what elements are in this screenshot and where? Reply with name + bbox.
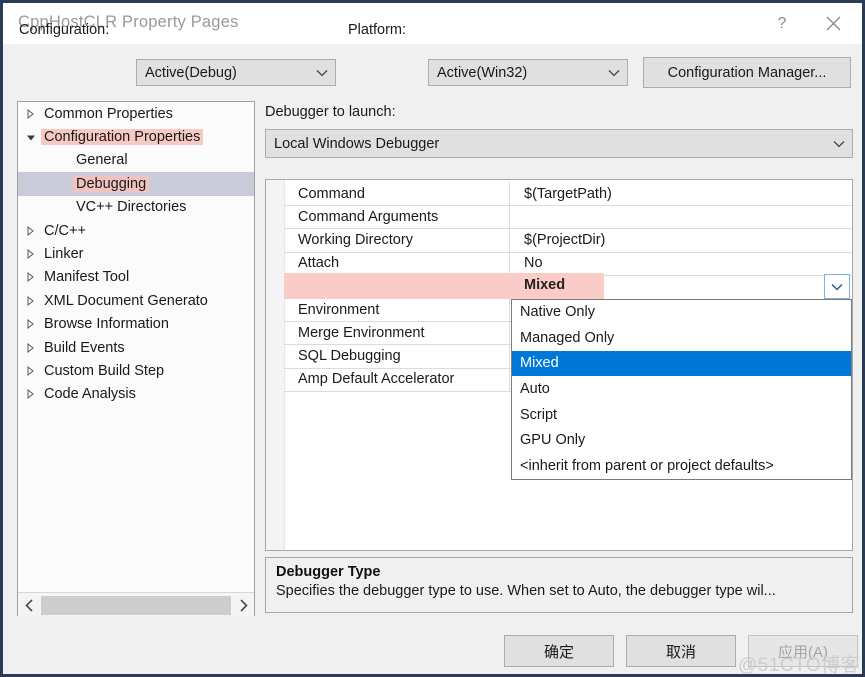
tree-item-c-c[interactable]: C/C++ <box>18 219 254 242</box>
tree-item-label: General <box>73 152 131 168</box>
property-value[interactable]: $(TargetPath) <box>511 182 852 205</box>
property-name: Attach <box>284 252 510 275</box>
debugger-type-value: Mixed <box>524 277 565 293</box>
property-value[interactable]: No <box>511 252 852 275</box>
dropdown-option[interactable]: Script <box>512 402 851 428</box>
property-name: Amp Default Accelerator <box>284 368 510 391</box>
help-icon[interactable]: ? <box>759 3 805 44</box>
chevron-right-icon[interactable] <box>24 366 37 376</box>
help-glyph: ? <box>778 15 787 33</box>
description-pane: Debugger Type Specifies the debugger typ… <box>265 557 853 613</box>
description-text: Specifies the debugger type to use. When… <box>276 583 842 599</box>
tree-item-configuration-properties[interactable]: Configuration Properties <box>18 125 254 148</box>
tree-item-label: XML Document Generato <box>41 293 211 309</box>
property-value[interactable] <box>511 205 852 228</box>
properties-panel: Debugger to launch: Local Windows Debugg… <box>265 101 853 619</box>
chevron-right-icon[interactable] <box>24 296 37 306</box>
chevron-left-icon[interactable] <box>18 593 40 618</box>
tree-item-label: Browse Information <box>41 316 172 332</box>
title-bar: CppHostCLR Property Pages ? <box>3 3 862 44</box>
tree-item-label: Custom Build Step <box>41 363 167 379</box>
chevron-down-icon <box>826 140 852 148</box>
tree-item-manifest-tool[interactable]: Manifest Tool <box>18 266 254 289</box>
configuration-combo[interactable]: Active(Debug) <box>136 59 336 86</box>
tree-item-label: Code Analysis <box>41 386 139 402</box>
tree-item-label: Manifest Tool <box>41 269 132 285</box>
dropdown-option[interactable]: Auto <box>512 376 851 402</box>
property-name: SQL Debugging <box>284 344 510 367</box>
chevron-right-icon[interactable] <box>232 593 254 618</box>
tree-item-common-properties[interactable]: Common Properties <box>18 102 254 125</box>
debugger-type-dropdown-list[interactable]: Native OnlyManaged OnlyMixedAutoScriptGP… <box>511 299 852 480</box>
dropdown-option[interactable]: GPU Only <box>512 427 851 453</box>
property-name: Command Arguments <box>284 205 510 228</box>
properties-tree-list: Common Properties Configuration Propertie… <box>18 102 254 592</box>
tree-item-build-events[interactable]: Build Events <box>18 336 254 359</box>
debugger-to-launch-value: Local Windows Debugger <box>266 136 826 152</box>
tree-item-general[interactable]: General <box>18 149 254 172</box>
property-name: Merge Environment <box>284 321 510 344</box>
chevron-right-icon[interactable] <box>24 249 37 259</box>
chevron-down-icon <box>309 69 335 77</box>
tree-item-code-analysis[interactable]: Code Analysis <box>18 383 254 406</box>
chevron-right-icon[interactable] <box>24 343 37 353</box>
tree-item-label: VC++ Directories <box>73 199 189 215</box>
chevron-right-icon[interactable] <box>24 319 37 329</box>
tree-item-custom-build-step[interactable]: Custom Build Step <box>18 359 254 382</box>
ok-button[interactable]: 确定 <box>504 635 614 667</box>
property-pages-dialog: CppHostCLR Property Pages ? Configuratio… <box>0 0 865 677</box>
tree-item-vc-directories[interactable]: VC++ Directories <box>18 196 254 219</box>
configuration-label: Configuration: <box>19 22 109 38</box>
tree-item-label: Configuration Properties <box>41 129 203 145</box>
cancel-button[interactable]: 取消 <box>626 635 736 667</box>
debugger-to-launch-combo[interactable]: Local Windows Debugger <box>265 129 853 158</box>
property-row[interactable]: Command Arguments <box>284 205 852 229</box>
property-name: Environment <box>284 298 510 321</box>
tree-item-browse-information[interactable]: Browse Information <box>18 313 254 336</box>
property-name: Working Directory <box>284 228 510 251</box>
configuration-manager-button[interactable]: Configuration Manager... <box>643 57 851 88</box>
property-grid-gutter <box>266 180 285 550</box>
platform-combo-value: Active(Win32) <box>429 65 601 81</box>
dropdown-option[interactable]: Managed Only <box>512 325 851 351</box>
chevron-down-icon[interactable] <box>24 133 37 142</box>
chevron-down-icon <box>601 69 627 77</box>
tree-item-label: Build Events <box>41 340 128 356</box>
platform-label: Platform: <box>348 22 406 38</box>
tree-item-xml-document-generato[interactable]: XML Document Generato <box>18 289 254 312</box>
tree-item-label: C/C++ <box>41 223 89 239</box>
description-title: Debugger Type <box>276 564 842 580</box>
tree-item-linker[interactable]: Linker <box>18 242 254 265</box>
tree-item-label: Debugging <box>73 176 149 192</box>
chevron-right-icon[interactable] <box>24 272 37 282</box>
close-icon[interactable] <box>810 3 856 44</box>
apply-button: 应用(A) <box>748 635 858 667</box>
debugger-type-dropdown-button[interactable] <box>824 274 850 299</box>
chevron-right-icon[interactable] <box>24 389 37 399</box>
property-value[interactable]: $(ProjectDir) <box>511 228 852 251</box>
property-grid[interactable]: Command$(TargetPath)Command ArgumentsWor… <box>265 179 853 551</box>
dropdown-option[interactable]: Native Only <box>512 300 851 326</box>
chevron-right-icon[interactable] <box>24 226 37 236</box>
property-row[interactable]: Working Directory$(ProjectDir) <box>284 228 852 252</box>
dropdown-option[interactable]: <inherit from parent or project defaults… <box>512 453 851 479</box>
property-name: Command <box>284 182 510 205</box>
configuration-combo-value: Active(Debug) <box>137 65 309 81</box>
platform-combo[interactable]: Active(Win32) <box>428 59 628 86</box>
dropdown-option[interactable]: Mixed <box>512 351 851 377</box>
properties-tree[interactable]: Common Properties Configuration Propertie… <box>17 101 255 619</box>
tree-horizontal-scrollbar[interactable] <box>18 592 254 618</box>
scrollbar-thumb[interactable] <box>41 596 231 615</box>
debugger-to-launch-label: Debugger to launch: <box>265 104 396 120</box>
property-row[interactable]: AttachNo <box>284 252 852 276</box>
property-row[interactable]: Command$(TargetPath) <box>284 182 852 206</box>
chevron-right-icon[interactable] <box>24 109 37 119</box>
tree-item-label: Common Properties <box>41 106 176 122</box>
tree-item-label: Linker <box>41 246 87 262</box>
tree-item-debugging[interactable]: Debugging <box>18 172 254 195</box>
